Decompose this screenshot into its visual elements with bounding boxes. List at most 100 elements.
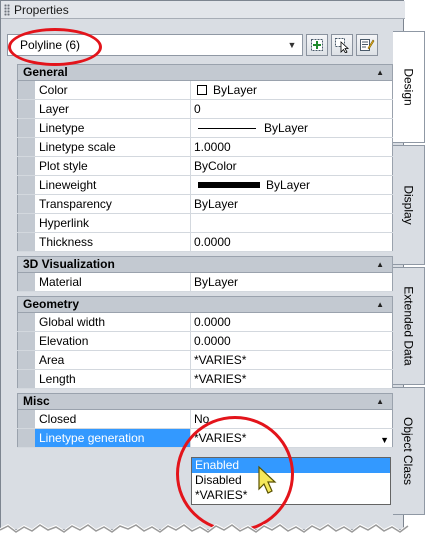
chevron-down-icon[interactable]: ▼	[285, 38, 299, 52]
property-value-linetype[interactable]: ByLayer	[191, 119, 393, 137]
quick-select-icon	[360, 39, 375, 51]
tab-display[interactable]: Display	[393, 145, 425, 265]
row-gutter	[17, 273, 35, 291]
property-name: Closed	[35, 410, 191, 428]
chevron-down-icon[interactable]: ▼	[380, 431, 389, 449]
row-gutter	[17, 313, 35, 331]
property-value-layer[interactable]: 0	[191, 100, 393, 118]
object-type-selector[interactable]: Polyline (6) ▼	[7, 34, 303, 56]
property-value-length[interactable]: *VARIES*	[191, 370, 393, 388]
property-name: Linetype	[35, 119, 191, 137]
property-row-material[interactable]: Material ByLayer	[17, 273, 393, 292]
torn-edge-decoration	[0, 523, 437, 550]
property-row-thickness[interactable]: Thickness 0.0000	[17, 233, 393, 252]
toggle-pickadd-button[interactable]	[306, 34, 328, 56]
property-value-lineweight[interactable]: ByLayer	[191, 176, 393, 194]
section-3d-visualization-header[interactable]: 3D Visualization ▲	[17, 256, 393, 273]
property-row-transparency[interactable]: Transparency ByLayer	[17, 195, 393, 214]
dropdown-option-disabled[interactable]: Disabled	[192, 473, 390, 488]
property-row-global-width[interactable]: Global width 0.0000	[17, 313, 393, 332]
select-objects-icon	[335, 38, 350, 53]
property-value-closed[interactable]: No	[191, 410, 393, 428]
property-row-plot-style[interactable]: Plot style ByColor	[17, 157, 393, 176]
quick-select-button[interactable]	[356, 34, 378, 56]
tab-label: Display	[401, 185, 416, 225]
value-text: ByLayer	[213, 83, 258, 97]
property-row-hyperlink[interactable]: Hyperlink	[17, 214, 393, 233]
property-value-transparency[interactable]: ByLayer	[191, 195, 393, 213]
property-value-area[interactable]: *VARIES*	[191, 351, 393, 369]
palette-tabs: Design Display Extended Data Object Clas…	[393, 31, 425, 521]
tab-object-class[interactable]: Object Class	[393, 387, 425, 515]
title-bar[interactable]: Properties	[1, 1, 405, 19]
toggle-pickadd-icon	[311, 39, 323, 51]
row-gutter	[17, 195, 35, 213]
property-row-linetype[interactable]: Linetype ByLayer	[17, 119, 393, 138]
property-row-closed[interactable]: Closed No	[17, 410, 393, 429]
row-gutter	[17, 157, 35, 175]
value-text: ByLayer	[194, 275, 239, 289]
section-general-header[interactable]: General ▲	[17, 64, 393, 81]
property-row-length[interactable]: Length *VARIES*	[17, 370, 393, 389]
tab-extended-data[interactable]: Extended Data	[393, 267, 425, 385]
collapse-icon[interactable]: ▲	[376, 297, 384, 312]
dropdown-option-enabled[interactable]: Enabled	[192, 458, 390, 473]
row-gutter	[17, 332, 35, 350]
row-gutter	[17, 410, 35, 428]
pointer-cursor-icon	[258, 465, 277, 494]
row-gutter	[17, 100, 35, 118]
property-row-area[interactable]: Area *VARIES*	[17, 351, 393, 370]
section-title: Geometry	[23, 297, 80, 311]
value-text: ByLayer	[264, 121, 309, 135]
property-name: Thickness	[35, 233, 191, 251]
section-misc-header[interactable]: Misc ▲	[17, 393, 393, 410]
property-name: Color	[35, 81, 191, 99]
property-value-material[interactable]: ByLayer	[191, 273, 393, 291]
tab-label: Extended Data	[401, 286, 416, 366]
property-name: Hyperlink	[35, 214, 191, 232]
property-row-color[interactable]: Color ByLayer	[17, 81, 393, 100]
collapse-icon[interactable]: ▲	[376, 257, 384, 272]
property-name: Elevation	[35, 332, 191, 350]
property-value-plot-style[interactable]: ByColor	[191, 157, 393, 175]
property-row-lineweight[interactable]: Lineweight ByLayer	[17, 176, 393, 195]
value-text: ByColor	[194, 159, 237, 173]
value-text: 0.0000	[194, 334, 231, 348]
value-text: 0	[194, 102, 201, 116]
select-objects-button[interactable]	[331, 34, 353, 56]
property-row-layer[interactable]: Layer 0	[17, 100, 393, 119]
property-name: Transparency	[35, 195, 191, 213]
property-value-linetype-scale[interactable]: 1.0000	[191, 138, 393, 156]
property-value-global-width[interactable]: 0.0000	[191, 313, 393, 331]
value-text: 0.0000	[194, 315, 231, 329]
row-gutter	[17, 214, 35, 232]
dropdown-option-varies[interactable]: *VARIES*	[192, 488, 390, 503]
row-gutter	[17, 119, 35, 137]
property-value-color[interactable]: ByLayer	[191, 81, 393, 99]
section-title: General	[23, 65, 68, 79]
property-name: Lineweight	[35, 176, 191, 194]
property-name: Layer	[35, 100, 191, 118]
row-gutter	[17, 81, 35, 99]
value-text: *VARIES*	[194, 431, 247, 445]
property-row-elevation[interactable]: Elevation 0.0000	[17, 332, 393, 351]
properties-toolbar: Polyline (6) ▼	[7, 29, 395, 61]
tab-design[interactable]: Design	[393, 31, 425, 143]
grip-handle-icon[interactable]	[4, 3, 10, 16]
collapse-icon[interactable]: ▲	[376, 65, 384, 80]
tab-label: Object Class	[401, 416, 416, 486]
property-value-elevation[interactable]: 0.0000	[191, 332, 393, 350]
section-geometry-header[interactable]: Geometry ▲	[17, 296, 393, 313]
property-row-linetype-generation[interactable]: Linetype generation *VARIES* ▼	[17, 429, 393, 448]
row-gutter	[17, 176, 35, 194]
properties-palette: Properties Polyline (6) ▼ General ▲ Colo…	[0, 0, 425, 530]
property-value-linetype-generation[interactable]: *VARIES* ▼	[191, 429, 393, 447]
value-text: *VARIES*	[194, 372, 247, 386]
property-name: Material	[35, 273, 191, 291]
property-value-hyperlink[interactable]	[191, 214, 393, 232]
row-gutter	[17, 138, 35, 156]
collapse-icon[interactable]: ▲	[376, 394, 384, 409]
property-row-linetype-scale[interactable]: Linetype scale 1.0000	[17, 138, 393, 157]
property-value-thickness[interactable]: 0.0000	[191, 233, 393, 251]
value-text: 1.0000	[194, 140, 231, 154]
